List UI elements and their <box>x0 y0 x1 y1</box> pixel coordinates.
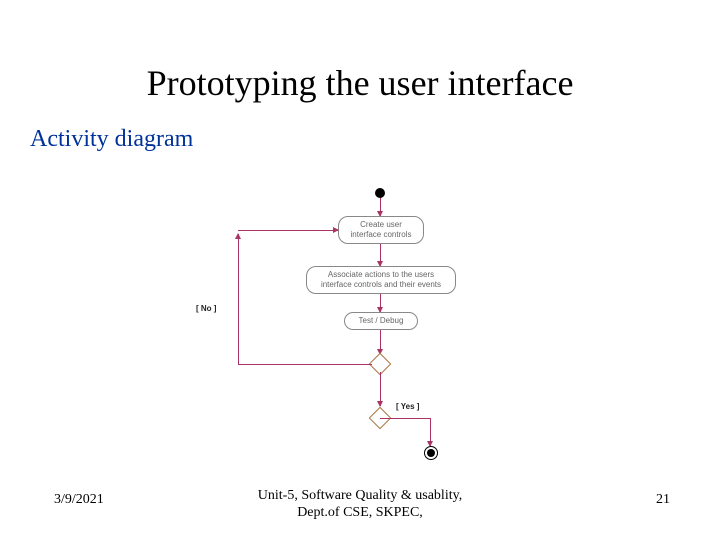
arrow-icon <box>238 364 372 365</box>
arrow-icon <box>380 294 381 312</box>
slide: Prototyping the user interface Activity … <box>0 0 720 540</box>
arrow-icon <box>430 418 431 446</box>
activity-label: Test / Debug <box>351 316 411 326</box>
slide-title: Prototyping the user interface <box>0 0 720 104</box>
arrow-icon <box>238 230 338 231</box>
activity-test-debug: Test / Debug <box>344 312 418 330</box>
footer-date: 3/9/2021 <box>54 492 104 508</box>
activity-label: Associate actions to the users interface… <box>313 270 449 289</box>
arrow-icon <box>380 330 381 354</box>
activity-diagram: Create user interface controls Associate… <box>230 188 530 488</box>
final-node-icon <box>424 446 438 460</box>
arrow-icon <box>380 244 381 266</box>
footer-page: 21 <box>656 492 670 508</box>
final-node-inner-icon <box>427 449 435 457</box>
arrow-icon <box>238 234 239 364</box>
guard-no: [ No ] <box>196 304 216 313</box>
footer-center: Unit-5, Software Quality & usablity, Dep… <box>258 488 462 522</box>
arrow-icon <box>380 198 381 216</box>
activity-associate-actions: Associate actions to the users interface… <box>306 266 456 294</box>
activity-create-controls: Create user interface controls <box>338 216 424 244</box>
guard-yes: [ Yes ] <box>396 402 419 411</box>
initial-node-icon <box>375 188 385 198</box>
arrow-icon <box>380 418 430 419</box>
slide-subtitle: Activity diagram <box>0 126 720 153</box>
arrow-icon <box>380 372 381 406</box>
activity-label: Create user interface controls <box>345 220 417 239</box>
